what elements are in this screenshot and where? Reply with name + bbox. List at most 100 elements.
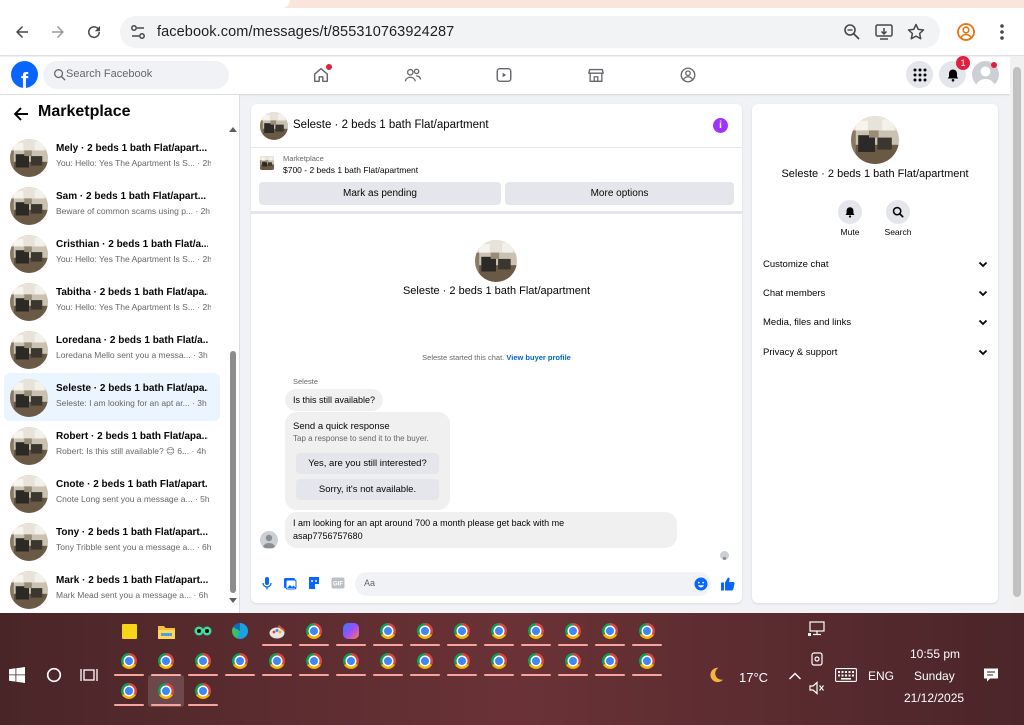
nav-gaming[interactable] [676,63,700,87]
notification-center-button[interactable] [982,666,1000,684]
chrome-taskbar-icon[interactable] [490,652,508,670]
forward-button[interactable] [44,18,72,46]
message-bubble[interactable]: Is this still available? [285,389,384,411]
menu-grid-button[interactable] [906,61,933,88]
nav-home[interactable] [309,63,333,87]
back-button[interactable] [8,18,36,46]
install-app-icon[interactable] [874,22,894,42]
quick-reply-not-available[interactable]: Sorry, it's not available. [296,479,439,500]
chat-members-row[interactable]: Chat members [763,284,989,304]
chrome-taskbar-icon[interactable] [601,652,619,670]
facebook-logo[interactable]: f [11,61,38,88]
site-settings-icon[interactable] [128,22,148,42]
conversation-item[interactable]: Loredana · 2 beds 1 bath Flat/a... Loreda… [4,325,220,373]
intro-avatar[interactable] [475,240,517,282]
sender-avatar[interactable] [260,531,278,549]
mute-button[interactable] [838,200,862,224]
task-view-button[interactable] [80,666,98,684]
chrome-taskbar-icon[interactable] [453,652,471,670]
conversation-item[interactable]: Cristhian · 2 beds 1 bath Flat/a... You: … [4,229,220,277]
view-buyer-profile-link[interactable]: View buyer profile [506,353,570,362]
address-bar[interactable]: facebook.com/messages/t/855310763924287 [120,16,940,48]
edge-taskbar-icon[interactable] [231,622,249,640]
chrome-taskbar-icon[interactable] [231,652,249,670]
clock-date[interactable]: 21/12/2025 [904,691,964,705]
gif-button[interactable]: GIF [330,575,346,591]
chrome-taskbar-icon[interactable] [305,622,323,640]
conversation-item[interactable]: Sam · 2 beds 1 bath Flat/apart... Beware … [4,181,220,229]
chat-title[interactable]: Seleste · 2 beds 1 bath Flat/apartment [293,119,489,131]
chrome-taskbar-icon[interactable] [527,652,545,670]
chrome-taskbar-icon[interactable] [527,622,545,640]
chrome-taskbar-icon[interactable] [194,682,212,700]
customize-chat-row[interactable]: Customize chat [763,255,989,275]
temperature[interactable]: 17°C [739,670,768,685]
quick-reply-interested[interactable]: Yes, are you still interested? [296,453,439,474]
chrome-taskbar-icon[interactable] [305,652,323,670]
like-button[interactable] [719,575,735,591]
zoom-icon[interactable] [842,22,862,42]
copilot-taskbar-icon[interactable] [342,622,360,640]
profile-button[interactable] [954,20,978,44]
chrome-taskbar-icon[interactable] [416,652,434,670]
clock-day[interactable]: Sunday [914,669,955,683]
nav-friends[interactable] [401,63,425,87]
chrome-taskbar-icon[interactable] [490,622,508,640]
privacy-support-row[interactable]: Privacy & support [763,343,989,363]
search-in-chat-button[interactable] [886,200,910,224]
network-tray-icon[interactable] [808,620,826,638]
sticker-button[interactable] [306,575,322,591]
emoji-icon[interactable] [694,577,708,591]
browser-menu-button[interactable] [990,20,1014,44]
chrome-taskbar-icon[interactable] [120,682,138,700]
chrome-taskbar-icon[interactable] [120,652,138,670]
keyboard-tray-icon[interactable] [834,666,858,684]
conversation-item[interactable]: Tony · 2 beds 1 bath Flat/apart... Tony T… [4,517,220,565]
chrome-taskbar-icon[interactable] [268,652,286,670]
conversation-item[interactable]: Mely · 2 beds 1 bath Flat/apart... You: H… [4,133,220,181]
chrome-taskbar-icon[interactable] [379,622,397,640]
facebook-search[interactable]: Search Facebook [43,61,229,89]
conversation-item[interactable]: Cnote · 2 beds 1 bath Flat/apart... Cnote… [4,469,220,517]
search-button[interactable] [45,666,63,684]
chrome-taskbar-icon[interactable] [564,622,582,640]
nav-marketplace[interactable] [584,63,608,87]
back-arrow-icon[interactable] [12,105,30,123]
listing-price[interactable]: $700 - 2 beds 1 bath Flat/apartment [283,165,418,175]
chrome-taskbar-icon[interactable] [157,682,175,700]
conversation-item[interactable]: Seleste · 2 beds 1 bath Flat/apa... Seles… [4,373,220,421]
chrome-taskbar-icon[interactable] [601,622,619,640]
start-button[interactable] [8,666,26,684]
page-scrollbar[interactable] [1010,57,1024,613]
volume-tray-icon[interactable] [808,679,826,697]
weather-widget[interactable] [707,666,725,684]
info-icon[interactable]: i [713,118,728,133]
chrome-taskbar-icon[interactable] [157,652,175,670]
media-files-links-row[interactable]: Media, files and links [763,313,989,333]
chrome-taskbar-icon[interactable] [342,652,360,670]
chrome-taskbar-icon[interactable] [638,622,656,640]
conversation-item[interactable]: Robert · 2 beds 1 bath Flat/apa... Robert… [4,421,220,469]
reload-button[interactable] [80,18,108,46]
input-language[interactable]: ENG [868,669,894,683]
tripadvisor-taskbar-icon[interactable] [194,622,212,640]
message-bubble-long[interactable]: I am looking for an apt around 700 a mon… [285,512,677,548]
chrome-taskbar-icon[interactable] [638,652,656,670]
mark-pending-button[interactable]: Mark as pending [259,182,501,205]
conversation-item[interactable]: Tabitha · 2 beds 1 bath Flat/apa... You: … [4,277,220,325]
sticky-notes-taskbar-icon[interactable] [120,622,138,640]
attach-photo-button[interactable] [282,575,298,591]
chrome-taskbar-icon[interactable] [379,652,397,670]
chrome-taskbar-icon[interactable] [416,622,434,640]
conversation-item[interactable]: Mark · 2 beds 1 bath Flat/apart... Mark M… [4,565,220,613]
clock-time[interactable]: 10:55 pm [910,647,960,661]
message-input[interactable]: Aa [355,572,711,596]
bookmark-star-icon[interactable] [906,22,926,42]
nav-video[interactable] [492,63,516,87]
conversation-scrollbar[interactable] [229,125,237,605]
voice-clip-button[interactable] [259,575,275,591]
listing-thumbnail[interactable] [260,156,274,170]
chat-avatar[interactable] [260,112,288,140]
meet-tray-icon[interactable] [808,650,826,668]
info-avatar[interactable] [851,116,899,164]
